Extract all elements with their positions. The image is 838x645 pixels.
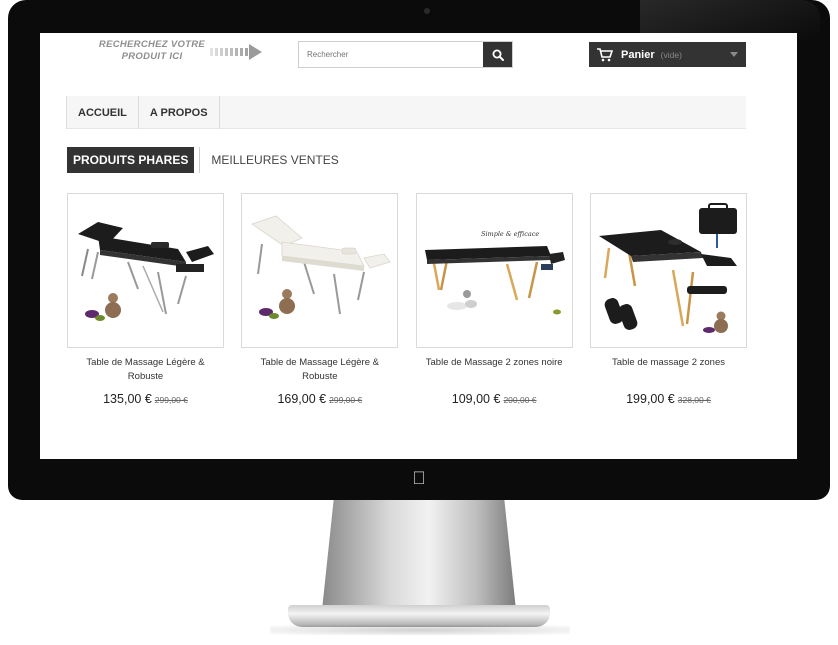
arrow-right-icon bbox=[210, 44, 262, 60]
monitor-stand-neck bbox=[322, 500, 516, 610]
camera-dot bbox=[424, 8, 430, 14]
product-price: 199,00 € bbox=[626, 392, 675, 406]
nav-item-a-propos[interactable]: A PROPOS bbox=[137, 96, 220, 129]
massage-table-image bbox=[598, 203, 737, 333]
product-image[interactable] bbox=[589, 193, 747, 348]
product-name[interactable]: Table de massage 2 zones bbox=[590, 356, 747, 384]
search-icon bbox=[492, 49, 504, 61]
product-image[interactable] bbox=[67, 193, 224, 348]
tagline-line-1: Recherchez votre bbox=[98, 39, 206, 50]
product-name[interactable]: Table de Massage Légère & Robuste bbox=[241, 356, 398, 384]
massage-table-image bbox=[78, 222, 214, 321]
product-prices: 169,00 € 299,00 € bbox=[241, 392, 398, 406]
massage-table-image bbox=[251, 215, 391, 319]
product-grid: Table de Massage Légère & Robuste 135,00… bbox=[67, 193, 747, 406]
website-screen: Recherchez votre produit ici bbox=[40, 33, 797, 459]
product-name[interactable]: Table de Massage Légère & Robuste bbox=[67, 356, 224, 384]
search-button[interactable] bbox=[483, 42, 512, 67]
product-image[interactable] bbox=[241, 193, 399, 348]
product-card[interactable]: Table de massage 2 zones 199,00 € 328,00… bbox=[589, 193, 747, 406]
chevron-down-icon bbox=[730, 52, 738, 57]
product-old-price: 328,00 € bbox=[677, 395, 711, 405]
product-card[interactable]: Simple & efficace Table de Massage 2 zon… bbox=[415, 193, 573, 406]
product-prices: 135,00 € 299,00 € bbox=[67, 392, 224, 406]
tagline-line-2: produit ici bbox=[121, 51, 183, 62]
product-price: 135,00 € bbox=[103, 392, 152, 406]
monitor-stand-foot bbox=[288, 605, 550, 627]
cart-icon bbox=[597, 47, 613, 61]
massage-table-image: Simple & efficace bbox=[424, 230, 565, 315]
monitor-mockup:  Recherchez votre produit ici bbox=[0, 0, 838, 645]
product-old-price: 200,00 € bbox=[503, 395, 537, 405]
cart-button[interactable]: Panier (vide) bbox=[589, 42, 746, 67]
cart-status: (vide) bbox=[660, 49, 682, 60]
search-input[interactable] bbox=[299, 42, 483, 67]
product-name[interactable]: Table de Massage 2 zones noire bbox=[416, 356, 573, 384]
apple-logo-icon:  bbox=[409, 468, 429, 488]
product-price: 169,00 € bbox=[277, 392, 327, 406]
image-caption: Simple & efficace bbox=[481, 230, 539, 238]
tab-produits-phares[interactable]: PRODUITS PHARES bbox=[67, 147, 195, 173]
product-old-price: 299,00 € bbox=[154, 395, 188, 405]
product-tabs: PRODUITS PHARES MEILLEURES VENTES bbox=[67, 147, 345, 173]
product-card[interactable]: Table de Massage Légère & Robuste 169,00… bbox=[241, 193, 399, 406]
search-tagline: Recherchez votre produit ici bbox=[84, 39, 220, 63]
product-card[interactable]: Table de Massage Légère & Robuste 135,00… bbox=[67, 193, 224, 406]
search-bar bbox=[298, 41, 513, 68]
product-price: 109,00 € bbox=[451, 392, 501, 406]
main-navigation: ACCUEIL A PROPOS bbox=[66, 96, 746, 129]
cart-label: Panier bbox=[621, 48, 655, 61]
product-old-price: 299,00 € bbox=[329, 395, 363, 405]
product-image[interactable]: Simple & efficace bbox=[415, 193, 573, 348]
nav-item-accueil[interactable]: ACCUEIL bbox=[66, 96, 139, 129]
tab-meilleures-ventes[interactable]: MEILLEURES VENTES bbox=[199, 147, 344, 173]
product-prices: 199,00 € 328,00 € bbox=[590, 392, 747, 406]
product-prices: 109,00 € 200,00 € bbox=[416, 392, 573, 406]
